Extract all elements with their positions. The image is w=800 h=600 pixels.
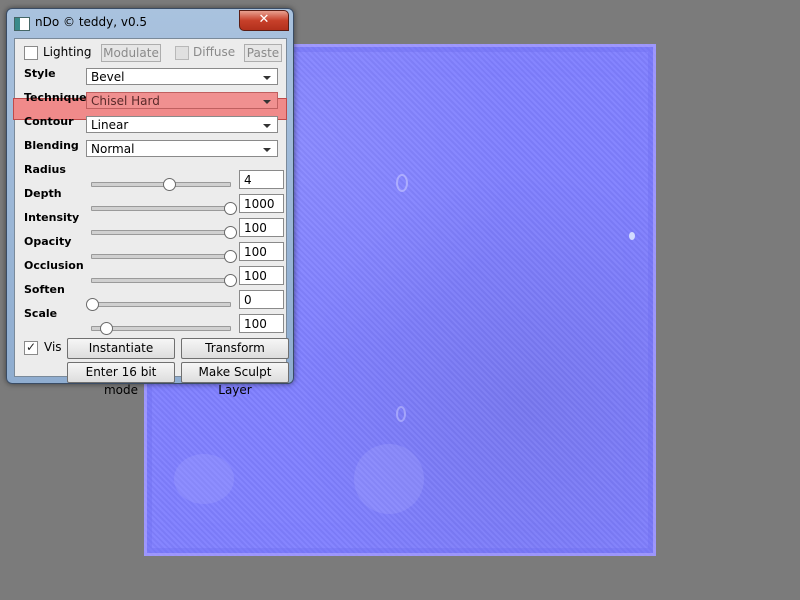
intensity-input[interactable]: 100 — [239, 218, 284, 237]
chevron-down-icon — [263, 76, 271, 80]
style-select[interactable]: Bevel — [86, 68, 278, 85]
opacity-slider[interactable] — [91, 250, 237, 263]
canvas-blemish — [174, 454, 234, 504]
enter-16-bit-button[interactable]: Enter 16 bit mode — [67, 362, 175, 397]
scale-input[interactable]: 100 — [239, 314, 284, 333]
canvas-blemish — [354, 444, 424, 514]
ndo-window: nDo © teddy, v0.5 ✕ Lighting Modulate Di… — [6, 8, 294, 397]
blending-select[interactable]: Normal — [86, 140, 278, 157]
opacity-input[interactable]: 100 — [239, 242, 284, 261]
opacity-label: Opacity — [24, 235, 72, 248]
chevron-down-icon — [263, 124, 271, 128]
technique-label: Technique — [24, 91, 87, 104]
soften-label: Soften — [24, 283, 65, 296]
soften-input[interactable]: 0 — [239, 290, 284, 309]
transform-button[interactable]: Transform — [181, 338, 289, 359]
scale-label: Scale — [24, 307, 58, 320]
radius-input[interactable]: 4 — [239, 170, 284, 189]
slider-thumb[interactable] — [224, 226, 237, 239]
blending-value: Normal — [91, 142, 135, 156]
slider-thumb[interactable] — [163, 178, 177, 191]
intensity-slider[interactable] — [91, 226, 237, 239]
occlusion-input[interactable]: 100 — [239, 266, 284, 285]
lighting-checkbox[interactable] — [24, 46, 38, 60]
technique-select[interactable]: Chisel Hard — [86, 92, 278, 109]
chevron-down-icon — [263, 100, 271, 104]
technique-value: Chisel Hard — [91, 94, 160, 108]
radius-label: Radius — [24, 163, 66, 176]
vis-label: Vis — [44, 340, 62, 354]
chevron-down-icon — [263, 148, 271, 152]
style-value: Bevel — [91, 70, 125, 84]
slider-thumb[interactable] — [86, 298, 99, 311]
close-button[interactable]: ✕ — [239, 10, 289, 31]
intensity-label: Intensity — [24, 211, 80, 224]
blending-label: Blending — [24, 139, 79, 152]
vis-checkbox[interactable]: ✓ — [24, 341, 38, 355]
contour-label: Contour — [24, 115, 74, 128]
panel-client: Lighting Modulate Diffuse Paste Style Be… — [13, 38, 289, 397]
style-label: Style — [24, 67, 56, 80]
contour-select[interactable]: Linear — [86, 116, 278, 133]
slider-thumb[interactable] — [224, 250, 237, 263]
occlusion-slider[interactable] — [91, 274, 237, 287]
depth-slider[interactable] — [91, 202, 237, 215]
canvas-blemish — [629, 232, 635, 240]
soften-slider[interactable] — [86, 298, 231, 311]
slider-thumb[interactable] — [224, 202, 237, 215]
diffuse-label: Diffuse — [193, 45, 236, 59]
occlusion-label: Occlusion — [24, 259, 84, 272]
slider-thumb[interactable] — [99, 322, 113, 335]
diffuse-checkbox[interactable] — [175, 46, 189, 60]
paste-button[interactable]: Paste — [244, 44, 282, 62]
contour-value: Linear — [91, 118, 129, 132]
radius-slider[interactable] — [91, 178, 231, 191]
canvas-blemish — [396, 174, 408, 192]
lighting-label: Lighting — [43, 45, 92, 59]
make-sculpt-layer-button[interactable]: Make Sculpt Layer — [181, 362, 289, 397]
depth-input[interactable]: 1000 — [239, 194, 284, 213]
slider-thumb[interactable] — [224, 274, 237, 287]
window-title: nDo © teddy, v0.5 — [35, 15, 148, 29]
instantiate-button[interactable]: Instantiate — [67, 338, 175, 359]
title-bar[interactable]: nDo © teddy, v0.5 ✕ — [7, 9, 293, 37]
modulate-button[interactable]: Modulate — [101, 44, 161, 62]
depth-label: Depth — [24, 187, 62, 200]
scale-slider[interactable] — [91, 322, 231, 335]
app-icon — [14, 17, 30, 31]
canvas-blemish — [396, 406, 406, 422]
